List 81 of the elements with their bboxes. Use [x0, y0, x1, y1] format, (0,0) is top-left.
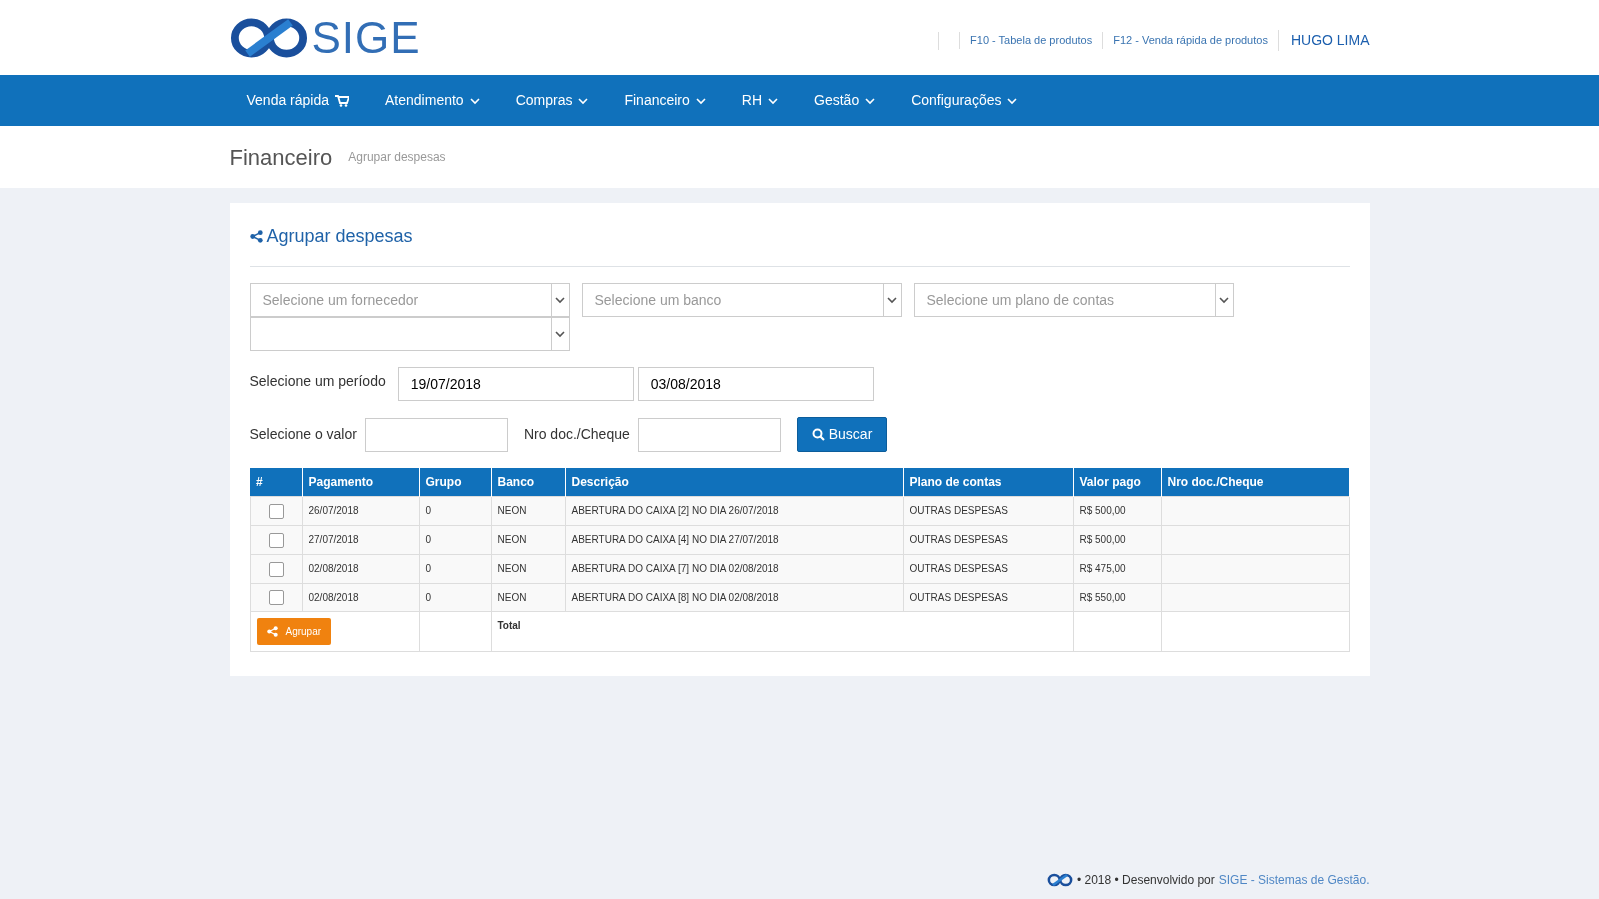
field-label: Nro doc./Cheque	[523, 425, 630, 444]
nav-item[interactable]: Venda rápida	[229, 75, 369, 126]
chevron-icon	[695, 96, 706, 105]
header-link[interactable]: F12 - Venda rápida de produtos	[1102, 32, 1278, 49]
panel-title: Agrupar despesas	[266, 225, 413, 248]
column-header: #	[250, 468, 302, 497]
group-button[interactable]: Agrupar	[256, 618, 332, 646]
value-field[interactable]	[364, 417, 508, 452]
chevron-icon	[1219, 296, 1229, 304]
header-link[interactable]: F10 - Tabela de produtos	[959, 32, 1103, 49]
chevron-icon	[1007, 96, 1018, 105]
table-cell: OUTRAS DESPESAS	[909, 592, 1008, 603]
logo-text: SIGE	[311, 15, 421, 60]
select-field[interactable]: Selecione um fornecedor	[249, 283, 570, 317]
nav-item[interactable]: Configurações	[894, 75, 1037, 126]
search-button[interactable]: Buscar	[796, 417, 888, 452]
doc-field[interactable]	[637, 417, 781, 452]
column-header: Descrição	[565, 468, 903, 497]
column-header: Valor pago	[1073, 468, 1161, 497]
table-cell: NEON	[497, 534, 527, 546]
share-icon	[266, 626, 278, 638]
column-header: Banco	[491, 468, 565, 497]
table-cell: NEON	[497, 592, 527, 603]
select-field[interactable]: Selecione um banco	[581, 283, 902, 317]
column-header: Grupo	[419, 468, 491, 497]
table-cell: ABERTURA DO CAIXA [7] NO DIA 02/08/2018	[571, 563, 779, 575]
user-name[interactable]: HUGO LIMA	[1277, 30, 1370, 51]
column-header: Nro doc./Cheque	[1161, 468, 1349, 497]
nav-item[interactable]: Compras	[498, 75, 608, 126]
table-cell: R$ 475,00	[1079, 563, 1126, 575]
chevron-icon	[887, 296, 897, 304]
checkbox[interactable]	[268, 561, 284, 577]
table-cell: ABERTURA DO CAIXA [4] NO DIA 27/07/2018	[571, 534, 779, 546]
field-label: Selecione o valor	[249, 425, 357, 444]
table-cell: OUTRAS DESPESAS	[909, 505, 1008, 517]
table-cell: R$ 500,00	[1079, 505, 1126, 517]
table-cell: ABERTURA DO CAIXA [2] NO DIA 26/07/2018	[571, 505, 779, 517]
table-cell: NEON	[497, 563, 527, 575]
nav-item[interactable]: Financeiro	[607, 75, 725, 126]
table-cell: 02/08/2018	[308, 592, 359, 603]
footer-link[interactable]: SIGE - Sistemas de Gestão.	[1218, 871, 1370, 890]
checkbox[interactable]	[268, 503, 284, 519]
column-header: Pagamento	[302, 468, 419, 497]
page-title: Financeiro	[229, 143, 333, 172]
table-cell: 02/08/2018	[308, 563, 359, 575]
table-cell: OUTRAS DESPESAS	[909, 534, 1008, 546]
date-field[interactable]: 19/07/2018	[397, 367, 634, 401]
chevron-icon	[555, 330, 565, 338]
chevron-icon	[555, 296, 565, 304]
table-cell: 26/07/2018	[308, 505, 359, 517]
table-cell: OUTRAS DESPESAS	[909, 563, 1008, 575]
table-cell: R$ 500,00	[1079, 534, 1126, 546]
table-cell: 0	[425, 505, 432, 517]
logo-icon	[1046, 873, 1073, 888]
footer-text: • 2018 • Desenvolvido por	[1076, 872, 1215, 890]
chevron-icon	[865, 96, 876, 105]
page-subtitle: Agrupar despesas	[348, 149, 446, 166]
chevron-icon	[768, 96, 779, 105]
table-cell: ABERTURA DO CAIXA [8] NO DIA 02/08/2018	[571, 592, 779, 603]
table-cell: 27/07/2018	[308, 534, 359, 546]
nav-item[interactable]: RH	[724, 75, 798, 126]
table-cell: NEON	[497, 505, 527, 517]
nav-item[interactable]: Gestão	[797, 75, 895, 126]
column-header: Plano de contas	[903, 468, 1073, 497]
chevron-icon	[578, 96, 589, 105]
table-cell: R$ 550,00	[1079, 592, 1126, 603]
checkbox[interactable]	[268, 590, 284, 606]
table-cell: 0	[425, 563, 432, 575]
field-label: Selecione um período	[249, 371, 386, 391]
select-field[interactable]	[249, 317, 570, 351]
chevron-icon	[469, 96, 480, 105]
table-cell: 0	[425, 592, 432, 603]
date-field[interactable]: 03/08/2018	[637, 367, 874, 401]
select-field[interactable]: Selecione um plano de contas	[913, 283, 1234, 317]
search-icon	[811, 428, 825, 441]
nav-item[interactable]: Atendimento	[368, 75, 499, 126]
table-cell: 0	[425, 534, 432, 546]
share-icon	[249, 230, 263, 243]
cart-icon	[335, 94, 350, 107]
checkbox[interactable]	[268, 532, 284, 548]
total-label: Total	[497, 620, 521, 632]
